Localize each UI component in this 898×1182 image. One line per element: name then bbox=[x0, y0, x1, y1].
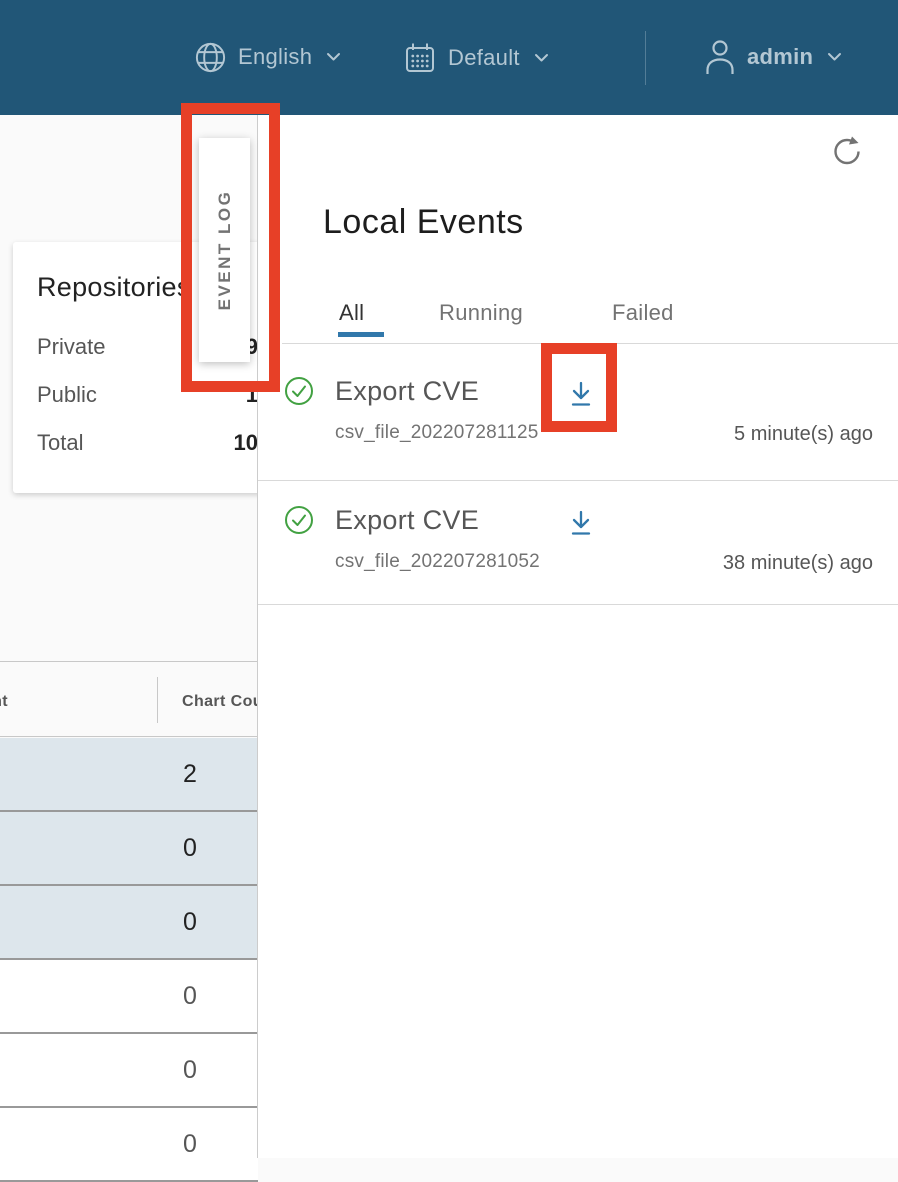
repositories-total-label: Total bbox=[37, 430, 83, 456]
chevron-down-icon bbox=[326, 52, 341, 62]
repositories-card-title: Repositories bbox=[37, 272, 191, 303]
success-check-icon bbox=[284, 505, 314, 535]
projects-table-header: Count Chart Count bbox=[0, 661, 258, 737]
active-tab-underline bbox=[338, 332, 384, 337]
tab-running[interactable]: Running bbox=[439, 300, 523, 326]
refresh-icon bbox=[831, 135, 867, 167]
tabs-divider bbox=[282, 343, 898, 344]
globe-icon bbox=[193, 40, 228, 75]
column-divider bbox=[157, 677, 158, 723]
table-row[interactable]: 0 bbox=[0, 1108, 258, 1182]
header-divider bbox=[645, 31, 646, 85]
top-header: English Default bbox=[0, 0, 898, 115]
event-log-panel: Local Events All Running Failed Export C… bbox=[257, 115, 898, 1158]
repositories-total-value: 10 bbox=[234, 430, 258, 456]
user-icon bbox=[703, 38, 737, 76]
refresh-button[interactable] bbox=[831, 133, 867, 169]
repositories-public-label: Public bbox=[37, 382, 97, 408]
download-icon bbox=[568, 380, 598, 410]
table-row[interactable]: 0 bbox=[0, 960, 258, 1034]
tab-failed[interactable]: Failed bbox=[612, 300, 674, 326]
scheduler-label: Default bbox=[448, 40, 520, 76]
user-menu[interactable]: admin bbox=[703, 38, 842, 76]
repositories-private-label: Private bbox=[37, 334, 105, 360]
table-row[interactable]: 0 bbox=[0, 886, 258, 960]
chart-count-cell: 0 bbox=[160, 1130, 220, 1159]
table-row[interactable]: 0 bbox=[0, 1034, 258, 1108]
table-row[interactable]: 2 bbox=[0, 738, 258, 812]
language-label: English bbox=[238, 39, 312, 75]
event-timestamp: 5 minute(s) ago bbox=[734, 423, 873, 446]
event-divider bbox=[258, 480, 898, 481]
user-label: admin bbox=[747, 39, 813, 75]
download-button[interactable] bbox=[568, 507, 598, 541]
event-log-flyout-tab[interactable]: EVENT LOG bbox=[199, 138, 250, 362]
chart-count-cell: 0 bbox=[160, 834, 220, 863]
date-format-icon bbox=[402, 39, 438, 76]
event-divider bbox=[258, 604, 898, 605]
event-file-name: csv_file_202207281125 bbox=[335, 422, 539, 444]
download-icon bbox=[568, 509, 598, 539]
panel-title: Local Events bbox=[323, 203, 524, 242]
tab-all[interactable]: All bbox=[339, 300, 364, 326]
event-log-tab-label: EVENT LOG bbox=[215, 190, 235, 311]
table-row[interactable]: 0 bbox=[0, 812, 258, 886]
language-dropdown[interactable]: English bbox=[193, 39, 341, 75]
success-check-icon bbox=[284, 376, 314, 406]
chart-count-cell: 0 bbox=[160, 908, 220, 937]
event-name: Export CVE bbox=[335, 505, 479, 536]
projects-table: Count Chart Count 2 0 0 0 0 0 bbox=[0, 661, 258, 1158]
scheduler-dropdown[interactable]: Default bbox=[402, 39, 549, 76]
chevron-down-icon bbox=[534, 53, 549, 63]
chart-count-cell: 2 bbox=[160, 760, 220, 789]
count-column-header: Count bbox=[0, 693, 8, 711]
event-file-name: csv_file_202207281052 bbox=[335, 551, 540, 573]
chevron-down-icon bbox=[827, 52, 842, 62]
download-button[interactable] bbox=[568, 378, 598, 412]
event-name: Export CVE bbox=[335, 376, 479, 407]
event-timestamp: 38 minute(s) ago bbox=[723, 552, 873, 575]
chart-count-cell: 0 bbox=[160, 982, 220, 1011]
chart-count-cell: 0 bbox=[160, 1056, 220, 1085]
